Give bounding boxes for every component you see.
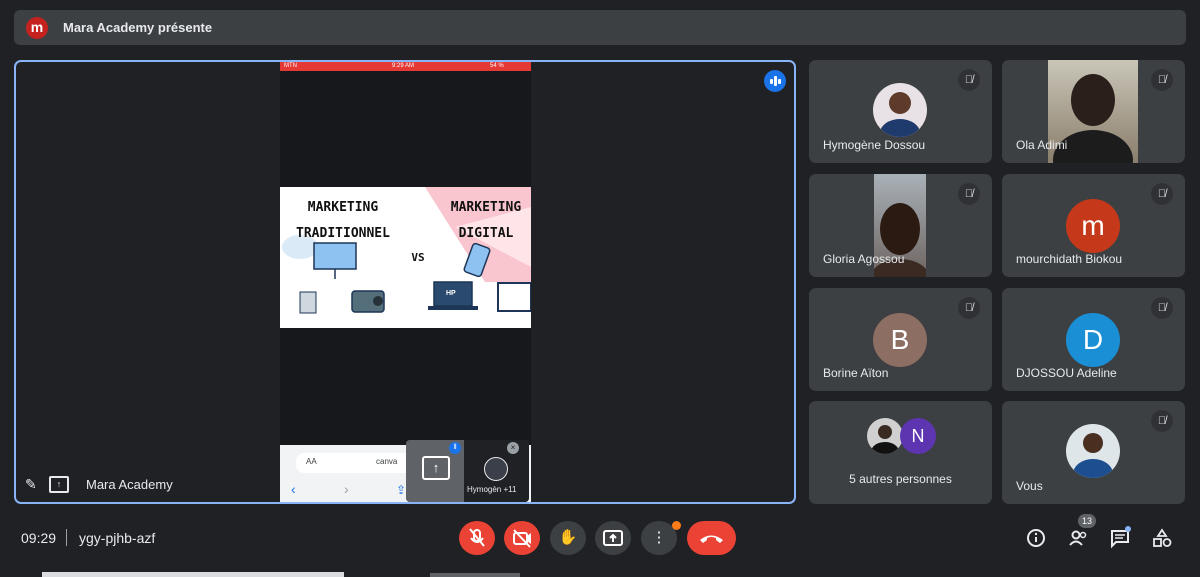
participant-tile[interactable]: D 🎙̸ DJOSSOU Adeline (1002, 288, 1185, 391)
avatar: N (900, 418, 936, 454)
shared-phone-screen: MTN 9:29 AM 54 % MARKETING TRADITIONNEL … (280, 62, 531, 502)
presentation-icon: ↑ (49, 476, 69, 493)
pin-icon[interactable]: ✎ (25, 476, 37, 493)
back-arrow-icon: ‹ (291, 481, 296, 497)
horizontal-scrollbar[interactable] (42, 572, 344, 577)
speaking-indicator-icon: ⦀ (449, 442, 461, 454)
pip-participant-tile: Hymogèn +11 (464, 440, 529, 502)
newspaper-icon (299, 291, 317, 314)
browser-url: canva (376, 457, 398, 466)
raise-hand-button[interactable]: ✋ (550, 521, 586, 555)
mara-logo-icon: m (26, 17, 48, 39)
share-icon: ⇪ (396, 483, 407, 497)
chat-notification-dot (1125, 526, 1131, 532)
monitor-icon (497, 282, 531, 312)
avatar: B (873, 313, 927, 367)
participant-tile[interactable]: 🎙̸ Hymogène Dossou (809, 60, 992, 163)
meeting-code: ygy-pjhb-azf (79, 530, 156, 546)
activities-button[interactable] (1151, 527, 1173, 549)
meeting-time: 09:29 (21, 530, 57, 546)
self-tile[interactable]: 🎙̸ Vous (1002, 401, 1185, 504)
mic-toggle-button[interactable] (459, 521, 495, 555)
people-button[interactable] (1067, 527, 1089, 549)
info-icon (1027, 529, 1045, 547)
mic-off-icon: 🎙̸ (1151, 410, 1173, 432)
forward-arrow-icon: › (344, 481, 349, 497)
audio-level-icon (764, 70, 786, 92)
others-tile[interactable]: N 5 autres personnes (809, 401, 992, 504)
participant-tile[interactable]: m 🎙̸ mourchidath Biokou (1002, 174, 1185, 277)
hand-icon: ✋ (558, 529, 578, 546)
battery-label: 54 % (490, 63, 504, 69)
hang-up-icon (700, 535, 723, 543)
others-count: 5 autres personnes (849, 472, 952, 486)
notification-dot (672, 521, 681, 530)
mic-off-icon (469, 528, 485, 547)
divider (66, 529, 67, 546)
mic-off-icon: 🎙̸ (1151, 183, 1173, 205)
participant-name: Borine Aïton (823, 366, 889, 380)
camera-toggle-button[interactable] (504, 521, 540, 555)
present-screen-icon: ↑ (422, 456, 450, 480)
camera-off-icon (513, 529, 531, 548)
text-size-button: AA (306, 457, 317, 466)
present-button[interactable] (595, 521, 631, 555)
participant-name: mourchidath Biokou (1016, 252, 1123, 266)
avatar (867, 418, 903, 454)
activities-icon (1153, 528, 1172, 547)
avatar (1066, 424, 1120, 478)
participant-tile[interactable]: B 🎙̸ Borine Aïton (809, 288, 992, 391)
browser-url-box: AA canva (296, 453, 424, 473)
meeting-info-button[interactable] (1025, 527, 1047, 549)
participant-name: DJOSSOU Adeline (1016, 366, 1117, 380)
participant-name: Vous (1016, 479, 1043, 493)
pip-muted-icon: × (507, 442, 519, 454)
participant-count-badge: 13 (1078, 514, 1096, 528)
avatar: D (1066, 313, 1120, 367)
mic-off-icon: 🎙̸ (1151, 297, 1173, 319)
self-view-pip[interactable]: ↑ ⦀ Hymogèn +11 × (406, 440, 529, 502)
avatar: m (1066, 199, 1120, 253)
more-vert-icon: ⋮ (651, 529, 667, 546)
slide-title-right: MARKETING DIGITAL (450, 200, 522, 241)
mic-off-icon: 🎙̸ (958, 297, 980, 319)
avatar (873, 83, 927, 137)
phone-time: 9:29 AM (392, 63, 415, 69)
scrollbar-track (430, 573, 520, 577)
people-icon (1069, 530, 1087, 546)
carrier-label: MTN (284, 63, 297, 69)
phone-status-bar: MTN 9:29 AM 54 % (280, 62, 531, 71)
participant-name: Ola Adimi (1016, 138, 1068, 152)
marketing-slide: MARKETING TRADITIONNEL MARKETING DIGITAL… (280, 187, 531, 328)
presenter-name: Mara Academy (86, 477, 173, 492)
pip-name: Hymogèn +11 (467, 485, 517, 494)
mic-off-icon: 🎙̸ (958, 69, 980, 91)
participant-name: Hymogène Dossou (823, 138, 926, 152)
participant-name: Gloria Agossou (823, 252, 905, 266)
avatar (484, 457, 508, 481)
participant-tile[interactable]: 🎙̸ Ola Adimi (1002, 60, 1185, 163)
present-screen-icon (603, 530, 623, 546)
leave-call-button[interactable] (687, 521, 736, 555)
meeting-title-bar: m Mara Academy présente (14, 10, 1186, 45)
presentation-stage[interactable]: MTN 9:29 AM 54 % MARKETING TRADITIONNEL … (14, 60, 796, 504)
slide-vs: VS (411, 251, 425, 264)
meeting-title: Mara Academy présente (63, 20, 213, 35)
participant-tile[interactable]: 🎙̸ Gloria Agossou (809, 174, 992, 277)
laptop-brand: HP (446, 290, 456, 297)
mic-off-icon: 🎙̸ (1151, 69, 1173, 91)
mic-off-icon: 🎙̸ (958, 183, 980, 205)
slide-title-left: MARKETING TRADITIONNEL (296, 200, 390, 241)
